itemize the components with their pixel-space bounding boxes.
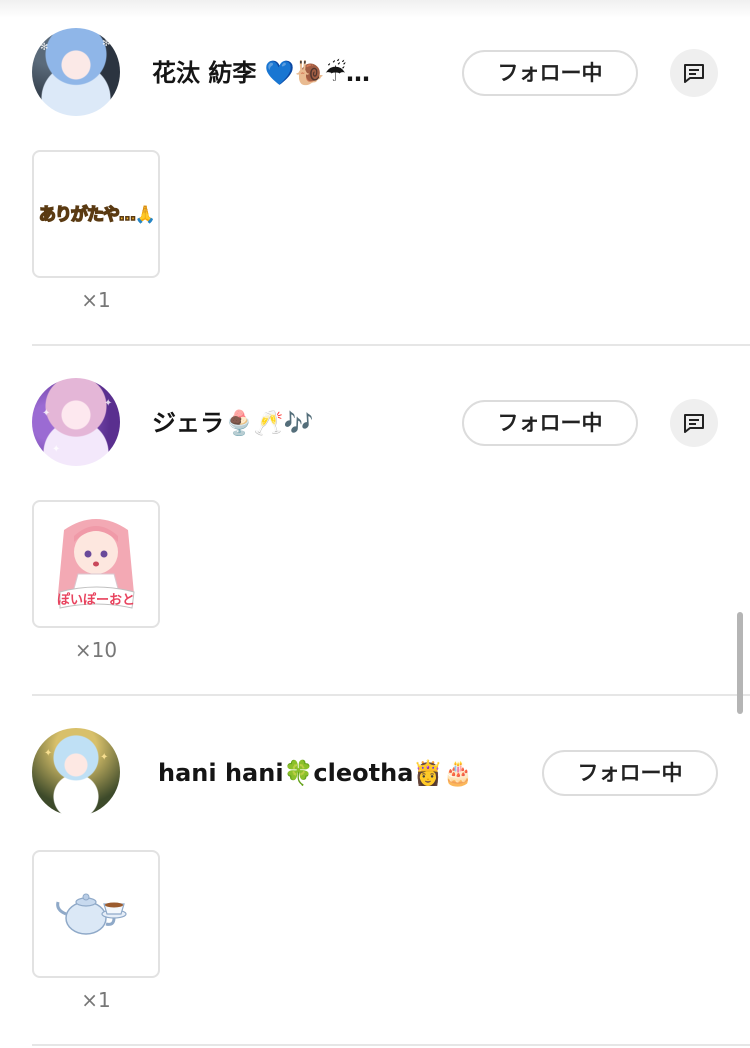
gift-sticker[interactable]: ぽいぽーおと xyxy=(32,500,160,628)
sparkle-icon: ✦ xyxy=(100,752,109,763)
sparkle-icon: ✻ xyxy=(40,42,49,53)
teapot-icon xyxy=(56,893,127,935)
divider xyxy=(32,344,750,346)
divider xyxy=(32,1044,750,1046)
following-button[interactable]: フォロー中 xyxy=(542,750,718,796)
sparkle-icon: ✻ xyxy=(102,38,111,49)
gift-sticker[interactable] xyxy=(32,850,160,978)
avatar[interactable]: ✦ ✦ ✦ xyxy=(32,378,120,466)
list-item: ✦ ✦ hani hani🍀cleotha👸🎂 フォロー中 ×1 xyxy=(0,700,750,1048)
list-item: ✻ ✻ 花汰 紡李 💙🐌☔… フォロー中 ありがたや…🙏 ×1 xyxy=(0,0,750,350)
avatar[interactable]: ✻ ✻ xyxy=(32,28,120,116)
gift-count: ×1 xyxy=(81,988,111,1012)
following-button[interactable]: フォロー中 xyxy=(462,400,638,446)
gift-count: ×10 xyxy=(74,638,118,662)
user-name[interactable]: 花汰 紡李 💙🐌☔… xyxy=(152,56,422,90)
sparkle-icon: ✦ xyxy=(52,444,61,455)
gift-senders-list: ✻ ✻ 花汰 紡李 💙🐌☔… フォロー中 ありがたや…🙏 ×1 ✦ ✦ ✦ ジェ… xyxy=(0,0,750,1048)
sparkle-icon: ✦ xyxy=(44,748,53,759)
message-icon xyxy=(684,64,704,83)
user-name[interactable]: ジェラ🍨🥂🎶 xyxy=(152,406,432,440)
sticker-text: ありがたや…🙏 xyxy=(38,204,157,226)
avatar[interactable]: ✦ ✦ xyxy=(32,728,120,816)
gift-count: ×1 xyxy=(81,288,111,312)
sparkle-icon: ✦ xyxy=(104,398,113,409)
svg-text:ぽいぽーおと: ぽいぽーおと xyxy=(57,592,135,608)
message-button[interactable] xyxy=(670,49,718,97)
girl-sticker-icon: ぽいぽーおと xyxy=(57,519,135,609)
list-item: ✦ ✦ ✦ ジェラ🍨🥂🎶 フォロー中 ぽいぽーおと ×10 xyxy=(0,350,750,700)
scrollbar[interactable] xyxy=(737,612,743,714)
gift-sticker[interactable]: ありがたや…🙏 xyxy=(32,150,160,278)
message-button[interactable] xyxy=(670,399,718,447)
divider xyxy=(32,694,750,696)
sparkle-icon: ✦ xyxy=(42,408,51,419)
following-button[interactable]: フォロー中 xyxy=(462,50,638,96)
message-icon xyxy=(684,414,704,433)
user-name[interactable]: hani hani🍀cleotha👸🎂 xyxy=(158,756,518,790)
